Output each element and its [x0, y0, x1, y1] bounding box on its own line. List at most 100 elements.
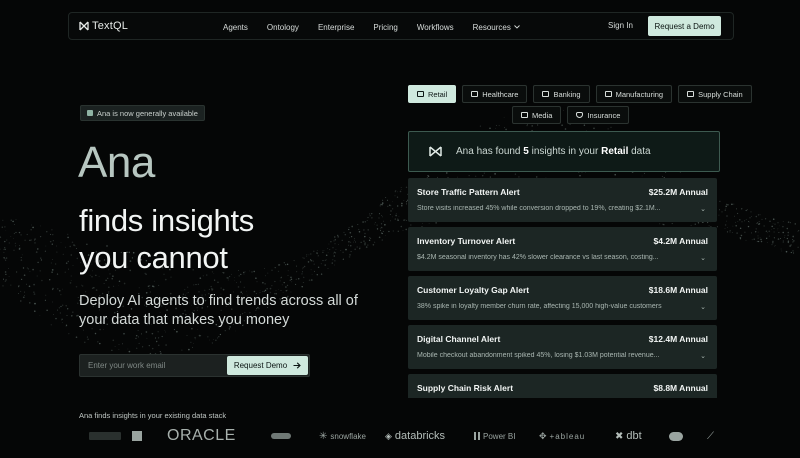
powerbi-text: Power BI — [483, 431, 516, 441]
found-middle: insights in your — [531, 146, 599, 157]
nav-resources-label: Resources — [472, 22, 511, 32]
insights-found-banner: Ana has found 5 insights in your Retail … — [408, 131, 720, 172]
nav-link-ontology[interactable]: Ontology — [267, 23, 299, 32]
dbt-icon: ✖ — [615, 430, 624, 442]
tableau-text: +ableau — [549, 431, 586, 441]
nav-link-agents[interactable]: Agents — [223, 23, 248, 32]
alerts-list: Store Traffic Pattern Alert $25.2M Annua… — [408, 178, 717, 398]
tab-label: Manufacturing — [615, 89, 664, 99]
textql-logo-icon — [79, 21, 89, 31]
powerbi-logo: Power BI — [474, 426, 515, 446]
dbt-text: dbt — [626, 430, 642, 442]
alert-card[interactable]: Customer Loyalty Gap Alert $18.6M Annual… — [408, 276, 717, 320]
tab-healthcare[interactable]: Healthcare — [462, 85, 528, 103]
partner-logo-square — [132, 426, 142, 446]
brand-name: TextQL — [92, 20, 129, 32]
dbt-logo: ✖ dbt — [615, 426, 642, 446]
alert-value: $4.2M Annual — [653, 236, 708, 246]
hero-title: Ana — [78, 138, 155, 187]
tab-supply-chain[interactable]: Supply Chain — [678, 85, 752, 103]
nav-resources-dropdown[interactable]: Resources — [473, 23, 520, 32]
salesforce-cloud-icon — [669, 426, 683, 446]
alert-value: $8.8M Annual — [653, 383, 708, 393]
alert-card[interactable]: Supply Chain Risk Alert $8.8M Annual — [408, 374, 717, 398]
tab-label: Insurance — [587, 110, 621, 120]
insights-found-text: Ana has found 5 insights in your Retail … — [456, 146, 651, 157]
signin-link[interactable]: Sign In — [608, 21, 633, 30]
chevron-down-icon[interactable]: ⌄ — [700, 254, 706, 262]
request-a-demo-button[interactable]: Request a Demo — [648, 16, 721, 36]
alert-card[interactable]: Store Traffic Pattern Alert $25.2M Annua… — [408, 178, 717, 222]
nav-link-enterprise[interactable]: Enterprise — [318, 23, 354, 32]
found-count: 5 — [523, 146, 529, 157]
healthcare-icon — [471, 91, 479, 97]
found-prefix: Ana has found — [456, 146, 521, 157]
alert-description: Store visits increased 45% while convers… — [417, 205, 661, 212]
tableau-logo: ✥ +ableau — [539, 426, 585, 446]
partner-logo-pill — [271, 426, 291, 446]
alert-value: $25.2M Annual — [648, 187, 708, 197]
tab-label: Retail — [428, 89, 448, 99]
alert-description: Mobile checkout abandonment spiked 45%, … — [417, 352, 660, 359]
alert-title: Supply Chain Risk Alert — [417, 383, 514, 393]
hero-subtitle: Deploy AI agents to find trends across a… — [79, 293, 358, 328]
chevron-down-icon — [514, 25, 520, 29]
alert-value: $18.6M Annual — [648, 285, 708, 295]
alert-description: $4.2M seasonal inventory has 42% slower … — [417, 254, 659, 261]
alert-title: Customer Loyalty Gap Alert — [417, 285, 530, 295]
alert-card[interactable]: Digital Channel Alert $12.4M Annual Mobi… — [408, 325, 717, 369]
textql-mark-icon — [429, 146, 442, 157]
chevron-down-icon[interactable]: ⌄ — [700, 303, 706, 311]
tableau-icon: ✥ — [539, 430, 547, 441]
tab-label: Media — [532, 110, 553, 120]
industry-tabs-row-1: Retail Healthcare Banking Manufacturing … — [408, 85, 752, 103]
partner-logo-slash-icon: ⟋ — [707, 430, 714, 442]
hero-line-2: you cannot — [79, 240, 228, 275]
chevron-down-icon[interactable]: ⌄ — [700, 205, 706, 213]
tab-banking[interactable]: Banking — [533, 85, 590, 103]
partner-logo-small — [89, 426, 121, 446]
data-stack-logos: ORACLE ✳ snowflake ◈ databricks Power BI… — [79, 426, 721, 446]
top-navbar: TextQL Agents Ontology Enterprise Pricin… — [68, 12, 734, 40]
snowflake-text: snowflake — [330, 431, 366, 441]
tab-insurance[interactable]: Insurance — [567, 106, 630, 124]
chevron-down-icon[interactable]: ⌄ — [700, 352, 706, 360]
databricks-icon: ◈ — [385, 430, 392, 441]
tab-label: Banking — [553, 89, 581, 99]
announcement-badge[interactable]: Ana is now generally available — [80, 105, 205, 121]
store-icon — [417, 91, 424, 97]
tab-label: Healthcare — [482, 89, 519, 99]
snowflake-logo: ✳ snowflake — [319, 426, 366, 446]
tab-media[interactable]: Media — [512, 106, 562, 124]
factory-icon — [604, 91, 612, 97]
alert-description: 38% spike in loyalty member churn rate, … — [417, 303, 662, 310]
work-email-input[interactable] — [88, 355, 218, 376]
request-demo-button[interactable]: Request Demo — [227, 356, 308, 375]
tab-manufacturing[interactable]: Manufacturing — [595, 85, 673, 103]
oracle-logo: ORACLE — [167, 427, 236, 444]
databricks-logo: ◈ databricks — [385, 426, 445, 446]
badge-square-icon — [87, 110, 93, 116]
found-suffix: data — [631, 146, 651, 157]
bar-chart-icon — [474, 432, 480, 440]
databricks-text: databricks — [394, 430, 446, 442]
nav-link-workflows[interactable]: Workflows — [417, 23, 454, 32]
alert-title: Store Traffic Pattern Alert — [417, 187, 520, 197]
snowflake-icon: ✳ — [319, 430, 328, 442]
arrow-right-icon — [293, 362, 301, 369]
found-industry: Retail — [601, 146, 629, 157]
bank-icon — [542, 91, 550, 97]
truck-icon — [687, 91, 695, 97]
request-demo-label: Request Demo — [233, 361, 288, 370]
nav-link-pricing[interactable]: Pricing — [373, 23, 397, 32]
film-icon — [521, 112, 528, 118]
alert-title: Inventory Turnover Alert — [417, 236, 516, 246]
hero-line-1: finds insights — [79, 203, 255, 238]
tab-label: Supply Chain — [698, 89, 743, 99]
data-stack-heading: Ana finds insights in your existing data… — [79, 411, 227, 420]
tab-retail[interactable]: Retail — [408, 85, 457, 103]
brand-logo[interactable]: TextQL — [79, 20, 128, 32]
alert-card[interactable]: Inventory Turnover Alert $4.2M Annual $4… — [408, 227, 717, 271]
alert-value: $12.4M Annual — [648, 334, 708, 344]
shield-icon — [576, 112, 584, 118]
